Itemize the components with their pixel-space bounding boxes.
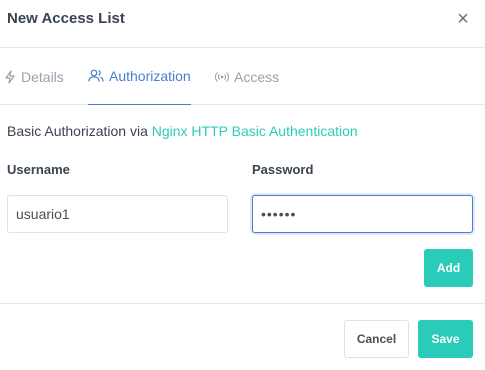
save-button[interactable]: Save <box>418 320 473 358</box>
tab-details-label: Details <box>21 68 64 85</box>
add-button[interactable]: Add <box>424 249 473 287</box>
users-icon <box>88 69 104 83</box>
modal-title: New Access List <box>7 10 125 27</box>
modal-header: New Access List × <box>0 0 485 48</box>
password-label: Password <box>252 162 314 177</box>
close-icon[interactable]: × <box>454 9 472 29</box>
auth-description-text: Basic Authorization via <box>7 123 152 139</box>
tab-details[interactable]: Details <box>4 48 64 105</box>
password-input[interactable] <box>252 195 473 233</box>
tab-authorization[interactable]: Authorization <box>88 48 191 105</box>
nginx-auth-link[interactable]: Nginx HTTP Basic Authentication <box>152 123 358 139</box>
username-input[interactable] <box>7 195 228 233</box>
tab-access-label: Access <box>234 68 280 85</box>
tab-access[interactable]: Access <box>215 48 279 105</box>
lightning-icon <box>4 69 16 84</box>
tab-authorization-label: Authorization <box>109 68 191 84</box>
footer-divider <box>0 303 485 304</box>
username-label: Username <box>7 162 70 177</box>
broadcast-icon <box>215 71 229 83</box>
cancel-button[interactable]: Cancel <box>344 320 409 358</box>
auth-description: Basic Authorization via Nginx HTTP Basic… <box>7 123 358 139</box>
tab-bar: Details Authorization Access <box>0 48 485 105</box>
